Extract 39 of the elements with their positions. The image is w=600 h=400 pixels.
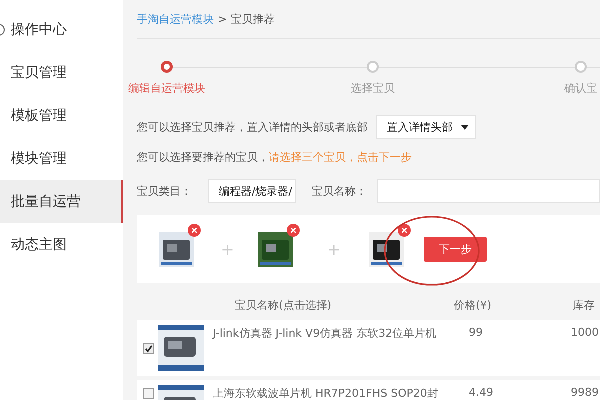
sidebar-item[interactable]: 操作中心: [0, 8, 123, 51]
close-icon: [192, 228, 197, 232]
table-cell: 99: [469, 326, 483, 339]
table-cell: 上海东软载波单片机 HR7P201FHS SOP20封: [213, 386, 438, 400]
name-input[interactable]: [377, 179, 600, 203]
sidebar-item[interactable]: 动态主图: [0, 223, 123, 266]
close-icon: [291, 228, 296, 232]
category-select[interactable]: 编程器/烧录器/: [208, 179, 296, 203]
table-cell: J-link仿真器 J-link V9仿真器 东软32位单片机: [213, 326, 437, 341]
table-cell: 1000: [571, 326, 599, 339]
next-button[interactable]: 下一步: [424, 236, 487, 262]
row-checkbox[interactable]: [143, 388, 154, 399]
remove-button[interactable]: [188, 224, 201, 236]
remove-button[interactable]: [287, 224, 300, 236]
plus-sign: +: [221, 240, 234, 258]
breadcrumb-separator: >: [218, 12, 228, 26]
caret-icon: [461, 124, 469, 130]
hint-text: 您可以选择要推荐的宝贝，: [137, 150, 269, 164]
breadcrumb-current: 宝贝推荐: [231, 12, 276, 26]
step-label: 选择宝贝: [351, 81, 395, 96]
table-cell: 9989: [571, 386, 599, 399]
step-label: 编辑自运营模块: [128, 81, 206, 96]
sidebar-item[interactable]: 模块管理: [0, 137, 123, 180]
category-label: 宝贝类目：: [137, 184, 192, 198]
sidebar-item[interactable]: 批量自运营: [0, 180, 123, 223]
sidebar-item[interactable]: 模板管理: [0, 94, 123, 137]
row-checkbox[interactable]: [143, 343, 154, 354]
table-cell: 4.49: [469, 386, 494, 399]
column-header: 宝贝名称(点击选择): [235, 298, 332, 312]
placement-select[interactable]: 置入详情头部: [376, 115, 476, 139]
close-icon: [402, 228, 407, 232]
placement-text: 您可以选择宝贝推荐，置入详情的头部或者底部: [137, 120, 368, 134]
column-header: 库存: [573, 298, 595, 312]
sidebar-item[interactable]: 宝贝管理: [0, 51, 123, 94]
step-label: 确认宝: [564, 81, 598, 96]
hint-highlight: 请选择三个宝贝，点击下一步: [269, 150, 412, 164]
plus-sign: +: [327, 240, 341, 258]
column-header: 价格(¥): [454, 298, 492, 312]
name-label: 宝贝名称：: [312, 184, 367, 198]
